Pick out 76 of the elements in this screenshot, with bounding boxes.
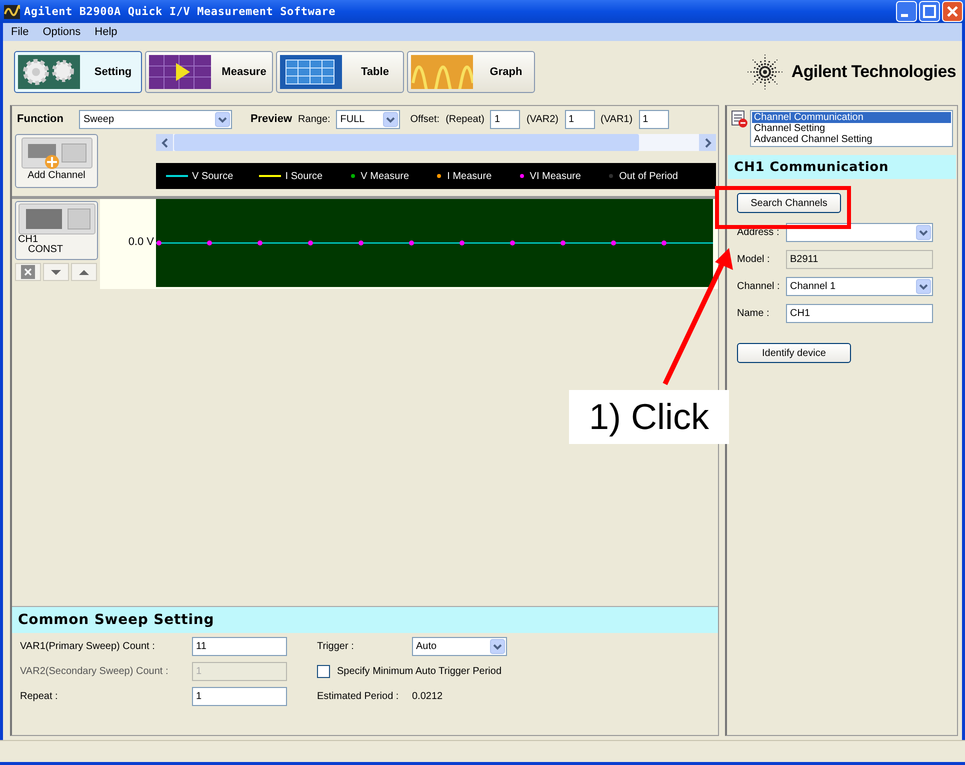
- channel-button[interactable]: CH1 CONST: [15, 201, 98, 260]
- estimated-period-label: Estimated Period :: [317, 691, 400, 702]
- field-label: VAR2(Secondary Sweep) Count :: [20, 666, 170, 677]
- app-icon: [4, 4, 20, 18]
- offset-label: (VAR1): [600, 114, 633, 124]
- legend-label: I Measure: [447, 170, 492, 182]
- scroll-right-icon: [702, 136, 712, 150]
- list-item[interactable]: Advanced Channel Setting: [752, 134, 951, 145]
- offset-label: (Repeat): [446, 114, 484, 124]
- field-label: Repeat :: [20, 691, 59, 702]
- search-channels-button[interactable]: Search Channels: [737, 193, 841, 213]
- scroll-left-icon: [160, 136, 170, 150]
- legend-label: I Source: [285, 170, 323, 182]
- range-label: Range:: [298, 114, 330, 124]
- field-label: Address :: [737, 227, 780, 238]
- field-label: Model :: [737, 254, 771, 265]
- instrument-icon: [18, 203, 96, 235]
- window-title: Agilent B2900A Quick I/V Measurement Software: [24, 5, 337, 18]
- preview-label: Preview: [250, 113, 292, 125]
- field-label: Name :: [737, 308, 770, 319]
- function-label: Function: [17, 113, 64, 125]
- close-icon: [942, 1, 963, 22]
- mode-button[interactable]: Measure: [145, 51, 273, 93]
- function-dropdown[interactable]: Sweep: [79, 110, 232, 128]
- mode-button[interactable]: Setting: [14, 51, 142, 93]
- mode-button[interactable]: Table: [276, 51, 404, 93]
- list-item[interactable]: Channel Setting: [752, 123, 951, 134]
- dropdown[interactable]: Channel 1: [786, 277, 933, 296]
- dropdown[interactable]: [786, 223, 933, 242]
- field-label: Channel :: [737, 281, 781, 292]
- play-icon: [149, 55, 211, 89]
- checkbox-label: Specify Minimum Auto Trigger Period: [337, 666, 502, 677]
- move-down-button[interactable]: [43, 263, 69, 281]
- offset-field[interactable]: 1: [638, 110, 669, 128]
- checkbox[interactable]: [317, 665, 330, 678]
- gears-icon: [18, 55, 80, 89]
- field-label: VAR1(Primary Sweep) Count :: [20, 641, 156, 652]
- offset-label: (VAR2): [526, 114, 559, 124]
- number-field[interactable]: 11: [192, 637, 287, 656]
- mode-button[interactable]: Graph: [407, 51, 535, 93]
- list-item[interactable]: Channel Communication: [752, 112, 951, 123]
- add-channel-button[interactable]: Add Channel: [15, 134, 98, 188]
- close-icon: [21, 265, 35, 279]
- grid-icon: [280, 55, 342, 89]
- maximize-icon: [919, 1, 940, 22]
- offset-label: Offset:: [410, 114, 440, 124]
- legend-label: V Measure: [360, 170, 410, 182]
- range-dropdown[interactable]: FULL: [336, 110, 400, 128]
- trigger-dropdown[interactable]: Auto: [412, 637, 507, 656]
- annotation-label: 1) Click: [569, 390, 729, 444]
- down-arrow-icon: [49, 267, 63, 277]
- section-header: Common Sweep Setting: [12, 607, 718, 633]
- minimize-icon: [896, 1, 917, 22]
- legend-label: VI Measure: [530, 170, 581, 182]
- horizontal-scrollbar[interactable]: [156, 134, 716, 151]
- move-up-button[interactable]: [71, 263, 97, 281]
- logo-text: Agilent Technologies: [791, 62, 956, 82]
- trigger-label: Trigger :: [317, 641, 355, 652]
- number-field[interactable]: 1: [192, 687, 287, 706]
- text-field[interactable]: CH1: [786, 304, 933, 323]
- menu-item[interactable]: File: [11, 26, 29, 38]
- identify-device-button[interactable]: Identify device: [737, 343, 851, 363]
- section-header: CH1 Communication: [728, 155, 956, 179]
- legend-label: V Source: [192, 170, 234, 182]
- offset-field[interactable]: 1: [564, 110, 595, 128]
- up-arrow-icon: [77, 267, 91, 277]
- legend-label: Out of Period: [619, 170, 678, 182]
- read-only-field[interactable]: B2911: [786, 250, 933, 269]
- waveform-icon: [411, 55, 473, 89]
- settings-list-icon: [731, 110, 748, 128]
- axis-label: 0.0 V: [127, 235, 155, 250]
- estimated-period-value: 0.0212: [412, 691, 443, 702]
- menu-item[interactable]: Options: [42, 26, 81, 38]
- remove-button[interactable]: [15, 263, 41, 281]
- menu-item[interactable]: Help: [94, 26, 118, 38]
- offset-field[interactable]: 1: [490, 110, 520, 128]
